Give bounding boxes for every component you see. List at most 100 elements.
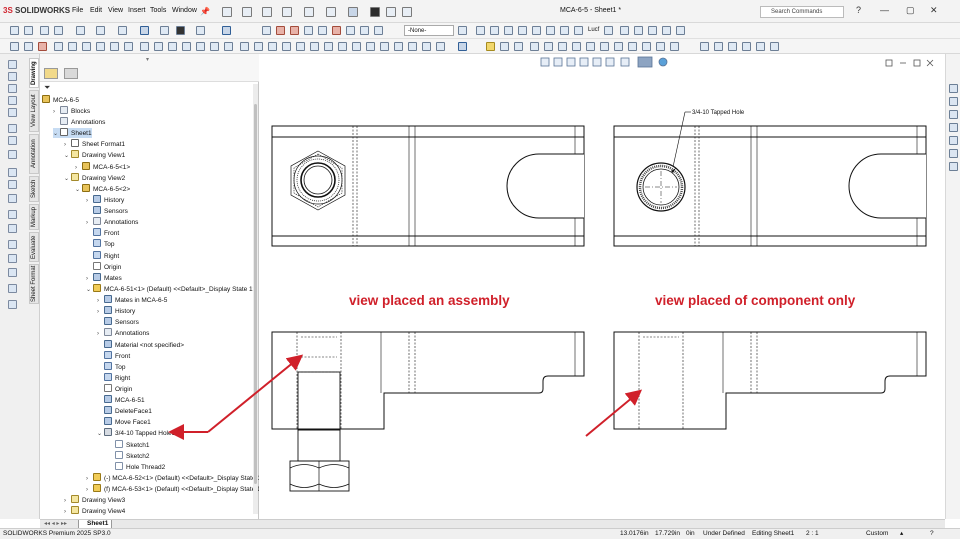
menu-tools[interactable]: Tools [150, 7, 166, 14]
expand-arrow-icon[interactable]: › [64, 496, 71, 506]
note-icon[interactable] [8, 180, 17, 189]
tree-node[interactable]: Move Face1 [97, 417, 151, 427]
expand-arrow-icon[interactable]: › [86, 196, 93, 206]
center-mark-icon[interactable] [620, 26, 629, 35]
broken-out-section-icon[interactable] [240, 42, 249, 51]
tree-node[interactable]: Sketch2 [108, 450, 150, 461]
collapse-arrow-icon[interactable]: ⌄ [75, 185, 82, 195]
balloon-icon[interactable] [504, 26, 513, 35]
zoom-icon[interactable] [408, 42, 417, 51]
forum-icon[interactable] [949, 162, 958, 171]
centerline-icon[interactable] [634, 26, 643, 35]
pin-icon[interactable]: 📌 [200, 7, 210, 16]
tree-node[interactable]: Sensors [97, 317, 139, 327]
undo-icon[interactable] [326, 7, 336, 17]
ungroup-icon[interactable] [600, 42, 609, 51]
tree-node[interactable]: › History [97, 306, 135, 316]
tree-node[interactable]: Hole Thread2 [108, 461, 165, 472]
line-format-icon[interactable] [10, 42, 19, 51]
collapse-arrow-icon[interactable]: ⌄ [64, 151, 71, 161]
view-palette-icon[interactable] [282, 42, 291, 51]
tree-icon[interactable] [8, 136, 17, 145]
datum-icon[interactable] [574, 26, 583, 35]
print-icon[interactable] [54, 26, 63, 35]
macro-icon[interactable] [304, 26, 313, 35]
expand-arrow-icon[interactable]: › [97, 329, 104, 339]
auxiliary-view-icon[interactable] [154, 42, 163, 51]
rebuild-icon[interactable] [160, 26, 169, 35]
tree-node[interactable]: › (-) MCA-6-52<1> (Default) <<Default>_Di… [86, 472, 265, 484]
tree-node[interactable]: Material <not specified> [97, 339, 184, 350]
expand-arrow-icon[interactable]: › [86, 274, 93, 284]
expand-arrow-icon[interactable]: › [86, 218, 93, 228]
help-icon[interactable]: ? [856, 5, 861, 15]
crop-view-icon[interactable] [210, 42, 219, 51]
minimize-button[interactable]: — [880, 5, 889, 15]
tab-markup[interactable]: Markup [29, 204, 39, 230]
traffic-light-icon[interactable] [370, 7, 380, 17]
line-style-icon[interactable] [68, 42, 77, 51]
collapse-arrow-icon[interactable]: ⌄ [53, 129, 60, 139]
tree-node[interactable]: Annotations [53, 117, 105, 127]
format-sheet-icon[interactable] [8, 284, 17, 293]
model-view-icon[interactable] [124, 42, 133, 51]
view-component-front[interactable] [613, 111, 927, 247]
sketch-tool-icon[interactable] [374, 26, 383, 35]
layer-icon[interactable] [8, 84, 17, 93]
print-preview-icon[interactable] [76, 26, 85, 35]
view-icon[interactable] [8, 150, 17, 159]
collapse-arrow-icon[interactable]: ⌄ [86, 285, 93, 295]
units-dropdown-icon[interactable]: ▴ [900, 529, 903, 539]
tree-node[interactable]: Top [86, 239, 114, 249]
grid-toggle-icon[interactable] [458, 42, 467, 51]
expand-arrow-icon[interactable]: › [86, 474, 93, 484]
standard-3-view-icon[interactable] [268, 42, 277, 51]
hide-edge-icon[interactable] [82, 42, 91, 51]
font-label[interactable]: Lucf [588, 27, 599, 33]
tree-node[interactable]: ⌄ MCA-6-5<2> [75, 183, 130, 195]
line-thickness-icon[interactable] [54, 42, 63, 51]
gear-icon[interactable] [8, 124, 17, 133]
maximize-button[interactable]: ▢ [906, 5, 915, 16]
open-icon[interactable] [24, 26, 33, 35]
model-view-icon[interactable] [8, 72, 17, 81]
smart-dimension-icon[interactable] [476, 26, 485, 35]
weld-symbol-icon[interactable] [546, 26, 555, 35]
view-assembly-top[interactable] [271, 331, 585, 492]
pack-go-icon[interactable] [346, 26, 355, 35]
sheet-icon[interactable] [8, 60, 17, 69]
expand-arrow-icon[interactable]: › [97, 307, 104, 317]
tree-node[interactable]: › History [86, 194, 124, 206]
tree-node[interactable]: › Annotations [97, 328, 149, 338]
mate-icon[interactable] [544, 42, 553, 51]
undo-icon[interactable] [96, 26, 105, 35]
insert-component-icon[interactable] [530, 42, 539, 51]
feature-manager-tab[interactable] [44, 68, 58, 79]
tab-drawing[interactable]: Drawing [29, 58, 39, 88]
open-folder-icon[interactable] [262, 7, 272, 17]
file-explorer-icon[interactable] [949, 110, 958, 119]
projected-view-icon[interactable] [140, 42, 149, 51]
balloon-icon[interactable] [8, 194, 17, 203]
revision-cloud-icon[interactable] [676, 26, 685, 35]
format-painter-icon[interactable] [642, 42, 651, 51]
component-icon[interactable] [514, 42, 523, 51]
evaluate-icon[interactable] [8, 254, 17, 263]
sketch-icon[interactable] [8, 210, 17, 219]
tree-node[interactable]: DeleteFace1 [97, 406, 152, 416]
tree-node[interactable]: › Mates in MCA-6-5 [97, 295, 167, 305]
menu-edit[interactable]: Edit [90, 7, 102, 14]
send-back-icon[interactable] [670, 42, 679, 51]
tab-sheet-format[interactable]: Sheet Format [29, 264, 39, 304]
tree-node[interactable]: Origin [86, 261, 121, 272]
tree-scrollbar-thumb[interactable] [254, 104, 257, 484]
auto-balloon-icon[interactable] [518, 26, 527, 35]
distribute-icon[interactable] [572, 42, 581, 51]
stop-macro-icon[interactable] [290, 26, 299, 35]
layer-properties-icon[interactable] [458, 26, 467, 35]
drawing-canvas[interactable]: 3/4-10 Tapped Hole view placed an assemb… [259, 54, 945, 519]
align-icon[interactable] [558, 42, 567, 51]
properties-icon[interactable] [756, 42, 765, 51]
rebuild-traffic-icon[interactable] [176, 26, 185, 35]
note-icon[interactable] [490, 26, 499, 35]
